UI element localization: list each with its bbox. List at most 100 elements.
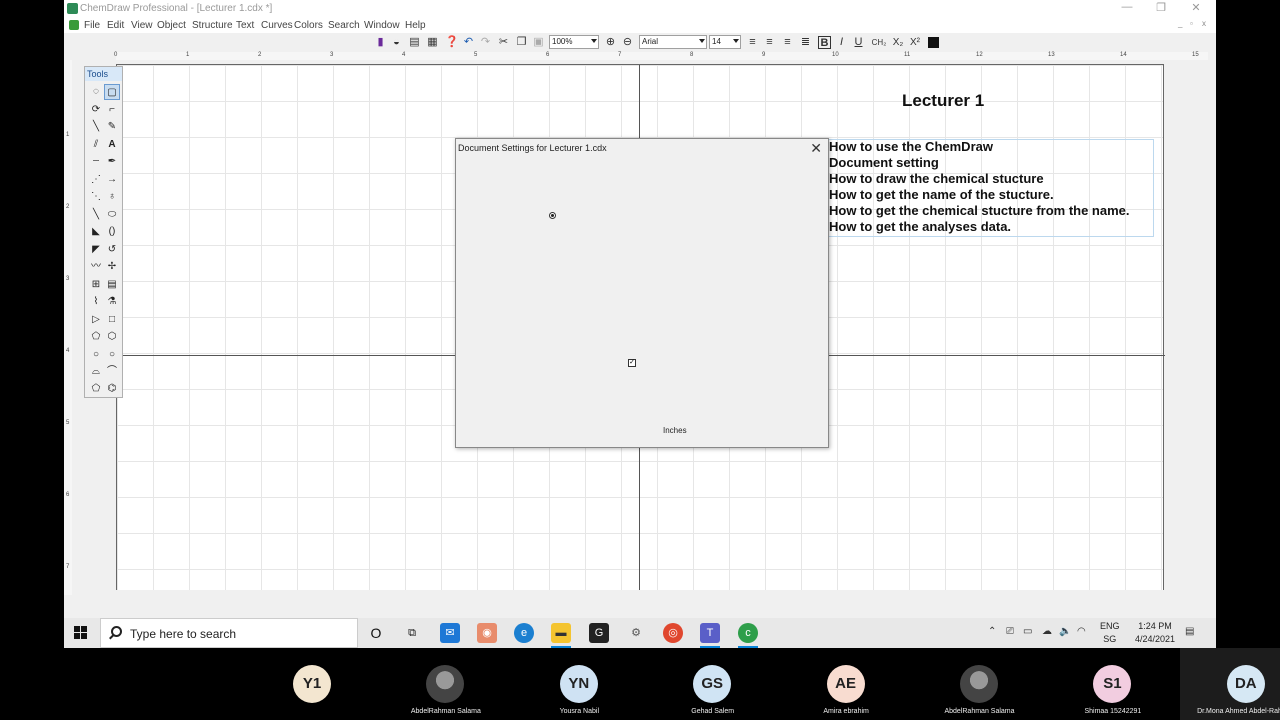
pen-icon[interactable]: ✒ [104, 154, 120, 170]
bold-button[interactable]: B [818, 36, 831, 49]
menu-object[interactable]: Object [157, 20, 186, 31]
query-icon[interactable]: ✢ [104, 259, 120, 275]
mdi-restore-icon[interactable]: ▫ [1190, 19, 1193, 28]
document-line[interactable]: How to get the chemical stucture from th… [829, 203, 1130, 218]
align-center-icon[interactable]: ≡ [763, 36, 776, 49]
document-line[interactable]: How to use the ChemDraw [829, 139, 993, 154]
menu-curves[interactable]: Curves [261, 20, 293, 31]
orbital-icon[interactable]: ♁ [104, 189, 120, 205]
chair-icon[interactable]: ⌓ [88, 364, 104, 380]
redo-icon[interactable]: ↷ [479, 36, 492, 49]
horizontal-scrollbar[interactable] [116, 590, 1216, 600]
document-title[interactable]: Lecturer 1 [902, 91, 984, 111]
teams-icon[interactable]: T [700, 623, 720, 643]
participant-tile[interactable]: AE Amira ebrahim [780, 648, 913, 720]
arrow-tool-icon[interactable]: → [104, 172, 120, 188]
tray-network-icon[interactable]: ☁ [1042, 626, 1052, 637]
dashed-bond-icon[interactable]: ┄ [88, 154, 104, 170]
radio-button[interactable] [549, 212, 556, 219]
lab-equipment-icon[interactable]: ⚗ [104, 294, 120, 310]
zoom-in-icon[interactable]: ⊕ [604, 36, 617, 49]
participant-tile[interactable]: AbdelRahman Salama [913, 648, 1046, 720]
menu-view[interactable]: View [131, 20, 153, 31]
menu-edit[interactable]: Edit [107, 20, 124, 31]
zoom-select[interactable]: 100% [549, 35, 599, 49]
menu-help[interactable]: Help [405, 20, 426, 31]
notification-icon[interactable]: ▤ [1185, 626, 1194, 637]
language-indicator[interactable]: ENG SG [1100, 620, 1120, 646]
tools-header[interactable]: Tools [85, 67, 122, 81]
app-icon[interactable]: ◉ [477, 623, 497, 643]
vertical-scrollbar[interactable] [1204, 60, 1216, 592]
edge-browser-icon[interactable]: e [514, 623, 534, 643]
superscript-button[interactable]: X² [907, 36, 923, 49]
font-size-select[interactable]: 14 [709, 35, 741, 49]
bracket-icon[interactable]: () [104, 224, 120, 240]
italic-button[interactable]: I [835, 36, 848, 49]
acyclic-chain-icon[interactable]: ⌇ [88, 294, 104, 310]
tray-volume-icon[interactable]: 🔈 [1059, 626, 1071, 637]
hashed-bond-icon[interactable]: ⋰ [88, 172, 104, 188]
windows-start-icon[interactable] [74, 626, 88, 640]
chair-alt-icon[interactable]: ⌒ [104, 364, 120, 380]
cortana-icon[interactable]: O [366, 623, 386, 643]
participant-tile[interactable]: Y1 [246, 648, 379, 720]
taskbar-search[interactable]: Type here to search [100, 618, 358, 648]
rotate-icon[interactable]: ⟳ [88, 102, 104, 118]
file-explorer-icon[interactable]: ▬ [551, 623, 571, 643]
single-bond-icon[interactable]: ╲ [88, 119, 104, 135]
menu-colors[interactable]: Colors [294, 20, 323, 31]
help-icon[interactable]: ❓ [445, 36, 459, 49]
participant-tile[interactable]: AbdelRahman Salama [379, 648, 512, 720]
circle-icon[interactable]: ○ [88, 347, 104, 363]
align-left-icon[interactable]: ≡ [746, 36, 759, 49]
zoom-out-icon[interactable]: ⊖ [621, 36, 634, 49]
minimize-button[interactable]: — [1112, 1, 1142, 13]
hollow-wedge-icon[interactable]: ◤ [88, 242, 104, 258]
chemdraw-app-taskbar-icon[interactable]: c [738, 623, 758, 643]
close-window-button[interactable]: ✕ [1181, 1, 1211, 14]
subscript-button[interactable]: X₂ [890, 36, 906, 49]
benzene-icon[interactable]: ⌬ [104, 381, 120, 397]
tray-chevron-icon[interactable]: ⌃ [988, 626, 996, 637]
cut-icon[interactable]: ✂ [497, 36, 510, 49]
mdi-close-icon[interactable]: x [1202, 19, 1206, 28]
curved-arrow-icon[interactable]: ↺ [104, 242, 120, 258]
settings-icon[interactable]: ⚙ [626, 623, 646, 643]
pentagon-ring-icon[interactable]: ⬠ [88, 329, 104, 345]
text-tool-icon[interactable]: A [104, 137, 120, 153]
document-line[interactable]: How to get the name of the stucture. [829, 187, 1054, 202]
underline-button[interactable]: U [852, 36, 865, 49]
participant-tile[interactable]: DA Dr.Mona Ahmed Abdel-Rahman [1179, 648, 1280, 720]
hashed-wedge-icon[interactable]: ⋱ [88, 189, 104, 205]
color-swatch[interactable] [928, 37, 939, 48]
task-view-icon[interactable]: ⧉ [402, 623, 422, 643]
double-bond-icon[interactable]: ⫽ [88, 137, 104, 153]
taskbar-clock[interactable]: 1:24 PM 4/24/2021 [1135, 620, 1175, 646]
copy-icon[interactable]: ❐ [515, 36, 528, 49]
hexagon-ring-icon[interactable]: ⬡ [104, 329, 120, 345]
marquee-icon[interactable]: ▢ [104, 84, 120, 100]
formula-button[interactable]: CH₂ [870, 36, 888, 49]
mail-icon[interactable]: ✉ [440, 623, 460, 643]
chain-icon[interactable]: ⌐ [104, 102, 120, 118]
document-icon[interactable] [69, 20, 79, 30]
cyclopentane-icon[interactable]: ⬠ [88, 381, 104, 397]
table-icon[interactable]: ⊞ [88, 277, 104, 293]
paste-icon[interactable]: ▣ [532, 36, 545, 49]
chemdraw-taskbar-icon[interactable]: G [589, 623, 609, 643]
play-icon[interactable]: ▷ [88, 312, 104, 328]
font-select[interactable]: Arial [639, 35, 707, 49]
undo-icon[interactable]: ↶ [462, 36, 475, 49]
tray-wifi-icon[interactable]: ◠ [1077, 626, 1086, 637]
rectangle-icon[interactable]: □ [104, 312, 120, 328]
chrome-icon[interactable]: ◎ [663, 623, 683, 643]
menu-structure[interactable]: Structure [192, 20, 233, 31]
lasso-icon[interactable]: ◌ [88, 84, 104, 100]
eraser-icon[interactable]: ✎ [104, 119, 120, 135]
circle-ring-icon[interactable]: ○ [104, 347, 120, 363]
menu-text[interactable]: Text [236, 20, 254, 31]
print-icon[interactable]: ▦ [426, 36, 439, 49]
dialog-close-icon[interactable]: ✕ [810, 140, 822, 157]
wedge-bond-icon[interactable]: ◣ [88, 224, 104, 240]
